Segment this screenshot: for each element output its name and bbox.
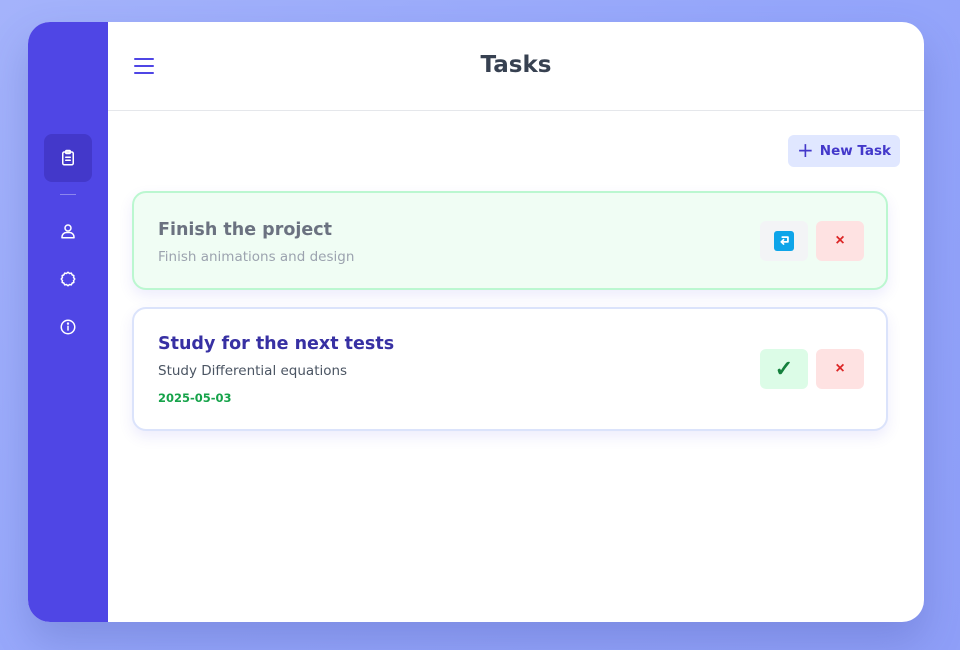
- user-icon: [61, 224, 75, 239]
- sidebar-divider: [60, 194, 76, 195]
- page-header: Tasks: [108, 22, 924, 111]
- undo-button[interactable]: [760, 221, 808, 261]
- app-window: Tasks + New Task Finish the project Fini…: [28, 22, 924, 622]
- delete-button[interactable]: ×: [816, 349, 864, 389]
- task-due-date: 2025-05-03: [158, 391, 232, 405]
- task-title: Study for the next tests: [158, 334, 395, 354]
- clipboard-icon: [62, 149, 74, 166]
- sidebar-item-tasks[interactable]: [44, 134, 92, 182]
- delete-button[interactable]: ×: [816, 221, 864, 261]
- undo-icon: [774, 231, 794, 251]
- settings-icon: [60, 271, 76, 287]
- sidebar-item-settings[interactable]: [44, 255, 92, 303]
- main-content: Tasks + New Task Finish the project Fini…: [108, 22, 924, 622]
- task-card-completed: Finish the project Finish animations and…: [132, 191, 888, 290]
- task-card-pending: Study for the next tests Study Different…: [132, 307, 888, 431]
- task-description: Finish animations and design: [158, 249, 355, 265]
- plus-icon: +: [797, 138, 814, 162]
- complete-button[interactable]: ✓: [760, 349, 808, 389]
- sidebar: [28, 22, 108, 622]
- sidebar-item-profile[interactable]: [44, 207, 92, 255]
- sidebar-item-info[interactable]: [44, 303, 92, 351]
- task-title: Finish the project: [158, 220, 332, 240]
- new-task-button[interactable]: + New Task: [788, 135, 900, 167]
- page-title: Tasks: [480, 52, 552, 78]
- new-task-label: New Task: [819, 143, 891, 159]
- task-description: Study Differential equations: [158, 363, 348, 379]
- info-icon: [60, 319, 76, 335]
